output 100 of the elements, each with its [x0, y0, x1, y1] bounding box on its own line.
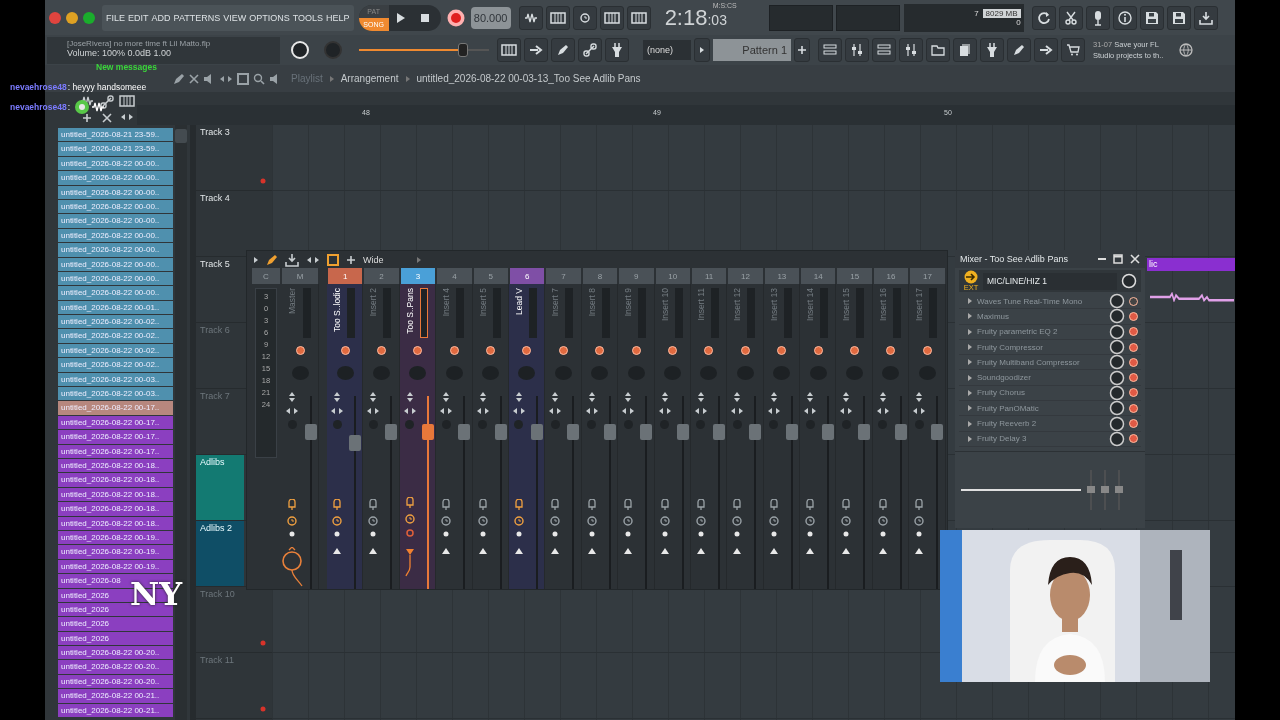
track-name[interactable]: Track 11	[196, 653, 244, 667]
led-icon[interactable]	[704, 345, 714, 355]
project-entry[interactable]: untitled_2026-08-22 00-02..	[58, 315, 173, 329]
route-icon[interactable]	[878, 499, 887, 511]
channel-header[interactable]: 10	[655, 268, 690, 284]
toolbar-button[interactable]	[1031, 5, 1056, 30]
dot-icon[interactable]	[370, 531, 377, 537]
arrows-icon[interactable]	[584, 407, 599, 415]
dot-icon[interactable]	[625, 531, 632, 537]
project-entry[interactable]: untitled_2026-08-22 00-18..	[58, 516, 173, 530]
project-entry[interactable]: untitled_2026-08-22 00-19..	[58, 530, 173, 545]
toolbar-button[interactable]	[518, 5, 543, 30]
arrows-icon[interactable]	[803, 407, 818, 415]
window-control[interactable]	[83, 11, 95, 24]
channel-header[interactable]: 16	[873, 268, 909, 284]
minimize-icon[interactable]	[1098, 257, 1106, 261]
send-icon[interactable]	[513, 547, 524, 555]
send-icon[interactable]	[332, 547, 342, 555]
menu-item[interactable]: ADD	[151, 12, 171, 23]
effect-slot[interactable]: Waves Tune Real-Time Mono	[959, 294, 1141, 310]
led-icon[interactable]	[668, 345, 677, 355]
route-icon[interactable]	[442, 499, 451, 511]
dot-icon[interactable]	[770, 531, 777, 537]
arrows-icon[interactable]	[733, 392, 742, 402]
arrows-icon[interactable]	[915, 392, 924, 402]
arrows-icon[interactable]	[587, 392, 596, 402]
menu-item[interactable]: VIEW	[223, 12, 247, 23]
project-entry[interactable]: untitled_2026-08-22 00-00..	[58, 185, 173, 199]
led-icon[interactable]	[295, 345, 305, 355]
project-entry[interactable]: untitled_2026-08-22 00-03..	[58, 372, 173, 387]
mixer-strip[interactable]: Insert 15	[836, 284, 873, 589]
send-icon[interactable]	[586, 547, 597, 555]
arrows-icon[interactable]	[621, 407, 636, 415]
tempo-field[interactable]: 80.000	[470, 6, 511, 29]
send-icon[interactable]	[403, 547, 416, 577]
arrows-icon[interactable]	[548, 407, 563, 415]
input-selector[interactable]: MIC/LINE/HIZ 1	[983, 272, 1117, 290]
arrows-icon[interactable]	[730, 407, 745, 415]
track-name[interactable]: Track 10	[196, 587, 244, 601]
new-messages-banner[interactable]: New messages	[96, 62, 157, 72]
mixer-strip[interactable]: Insert 5	[472, 284, 509, 589]
fader-thumb[interactable]	[822, 424, 835, 441]
arrows-icon[interactable]	[912, 407, 927, 415]
project-entry[interactable]: untitled_2026-08-22 00-01..	[58, 300, 173, 315]
channel-header[interactable]: 5	[473, 268, 508, 284]
link-icon[interactable]	[100, 94, 114, 109]
toolbar-button[interactable]	[1058, 5, 1083, 30]
mixer-strip[interactable]: Insert 17	[909, 284, 946, 589]
fader-thumb[interactable]	[894, 424, 907, 441]
mixer-strip[interactable]: Too S..Pans	[399, 284, 437, 589]
send-icon[interactable]	[550, 547, 561, 555]
fader-thumb[interactable]	[530, 424, 543, 441]
mixer-strip[interactable]: Insert 12	[727, 284, 764, 589]
project-entry[interactable]: untitled_2026-08-22 00-00..	[58, 199, 173, 214]
fader-thumb[interactable]	[567, 424, 580, 441]
effect-slot[interactable]: Fruity PanOMatic	[959, 401, 1141, 417]
project-entry[interactable]: untitled_2026-08-22 00-20..	[58, 646, 173, 660]
menu-item[interactable]: EDIT	[128, 12, 149, 23]
project-entry[interactable]: untitled_2026-08-21 23-59..	[58, 128, 173, 142]
channel-header[interactable]: 13	[764, 268, 800, 284]
fader-thumb[interactable]	[385, 424, 398, 441]
piano-icon[interactable]	[119, 94, 135, 107]
mixer-strip[interactable]: Insert 7	[545, 284, 582, 589]
project-entry[interactable]: untitled_2026-08-22 00-17..	[58, 401, 173, 415]
cross-icon[interactable]	[189, 73, 199, 84]
send-icon[interactable]	[695, 547, 706, 555]
menu-item[interactable]: OPTIONS	[249, 12, 290, 23]
effect-slot[interactable]: Soundgoodizer	[959, 370, 1141, 386]
cross-icon[interactable]	[102, 112, 112, 123]
arrows-icon[interactable]	[333, 392, 341, 402]
project-entry[interactable]: untitled_2026-08-22 00-00..	[58, 156, 173, 171]
send-icon[interactable]	[441, 547, 452, 555]
channel-header[interactable]: 11	[691, 268, 727, 284]
route-icon[interactable]	[806, 499, 815, 511]
fader-icon[interactable]	[1101, 470, 1109, 510]
close-icon[interactable]	[1130, 254, 1140, 264]
toolbar-button[interactable]	[845, 38, 869, 62]
stereo-mode-label[interactable]: Wide	[363, 254, 409, 265]
dot-icon[interactable]	[289, 531, 295, 537]
project-entry[interactable]: untitled_2026-08-22 00-18..	[58, 473, 173, 487]
fader-thumb[interactable]	[349, 435, 361, 452]
channel-header[interactable]: 17	[910, 268, 945, 284]
effect-slot[interactable]: Fruity Multiband Compressor	[959, 355, 1141, 371]
arrows-icon[interactable]	[657, 407, 672, 415]
breadcrumb-item[interactable]: untitled_2026-08-22 00-03-13_Too See Adlib Pans	[416, 73, 641, 84]
route-icon[interactable]	[288, 499, 296, 511]
toolbar-button[interactable]	[899, 38, 923, 62]
arrows-icon[interactable]	[442, 392, 451, 402]
project-entry[interactable]: untitled_2026-08-22 00-18..	[58, 487, 173, 502]
led-icon[interactable]	[740, 345, 750, 355]
download-icon[interactable]	[285, 252, 299, 267]
send-icon[interactable]	[659, 547, 670, 555]
effect-slot[interactable]: Fruity Compressor	[959, 339, 1141, 356]
track-name[interactable]: Adlibs	[196, 455, 244, 520]
led-icon[interactable]	[449, 345, 459, 355]
fader-icon[interactable]	[1087, 470, 1095, 510]
toolbar-button[interactable]	[872, 38, 896, 62]
project-entry[interactable]: untitled_2026-08-22 00-17..	[58, 430, 173, 444]
arrows-icon[interactable]	[551, 392, 560, 402]
dot-icon[interactable]	[879, 531, 886, 537]
